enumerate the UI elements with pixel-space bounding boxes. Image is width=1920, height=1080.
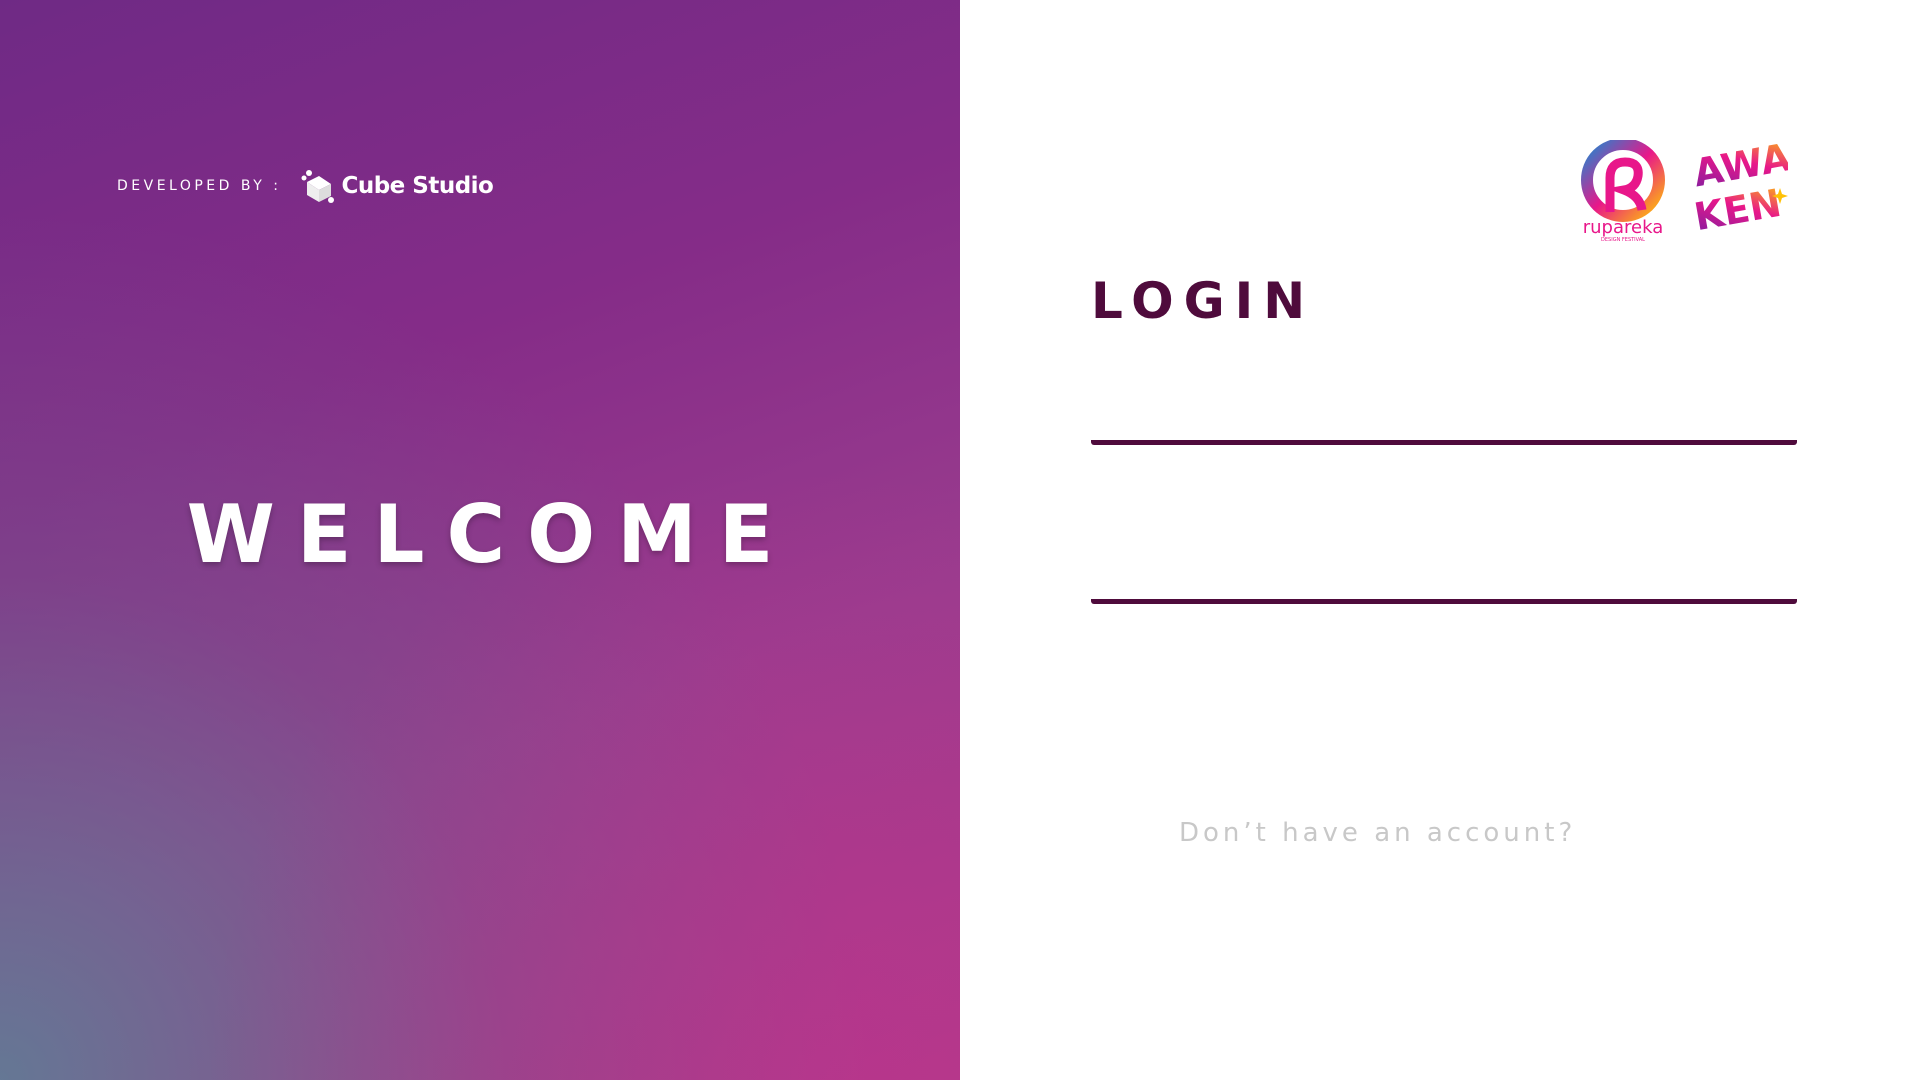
developed-by-label: DEVELOPED BY : (117, 178, 282, 194)
cube-icon (301, 170, 335, 203)
rupareka-wordmark: rupareka (1583, 217, 1663, 238)
partner-logos: rupareka DESIGN FESTIVAL AWA KEN (1580, 140, 1788, 242)
password-input[interactable] (1091, 539, 1797, 604)
awaken-logo: AWA KEN (1692, 140, 1788, 230)
developer-brand: Cube Studio (341, 173, 494, 199)
signup-link[interactable]: Don’t have an account? (1179, 818, 1576, 848)
welcome-panel: DEVELOPED BY : Cube Studio WELCOME (0, 0, 960, 1080)
username-input[interactable] (1091, 380, 1797, 445)
cube-studio-logo: Cube Studio (301, 168, 494, 204)
welcome-heading: WELCOME (186, 488, 796, 581)
rupareka-logo: rupareka DESIGN FESTIVAL (1581, 140, 1665, 242)
login-title: LOGIN (1091, 272, 1316, 330)
developer-credit: DEVELOPED BY : Cube Studio (117, 168, 494, 204)
svg-text:DESIGN FESTIVAL: DESIGN FESTIVAL (1601, 237, 1645, 242)
